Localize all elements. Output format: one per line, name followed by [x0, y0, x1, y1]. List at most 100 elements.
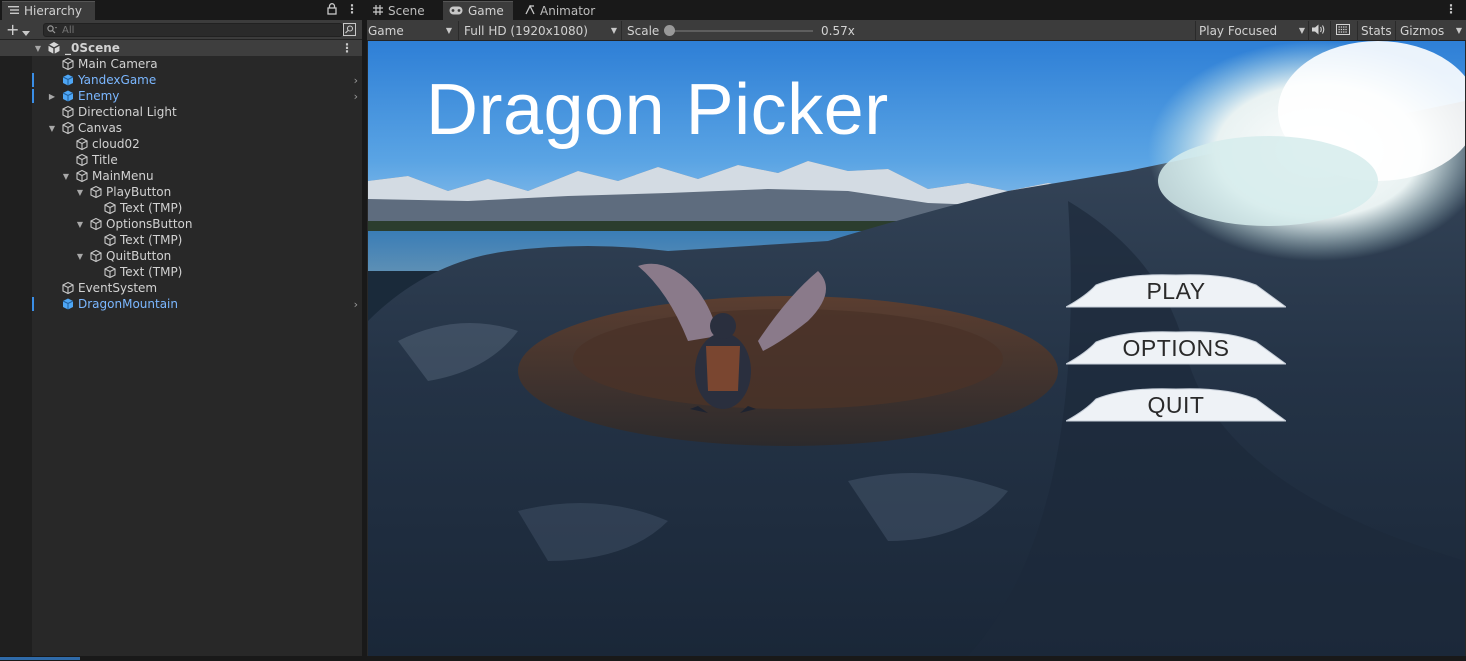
- tree-row-label: YandexGame: [78, 73, 157, 87]
- chevron-right-icon[interactable]: ›: [354, 74, 358, 87]
- grid-icon: [373, 4, 383, 18]
- hierarchy-tree: ▼ _0Scene ⋮ Main Camera YandexGame › ▶ E…: [0, 40, 362, 312]
- gameobject-cube-icon: [75, 153, 89, 167]
- toolbar-divider: [1195, 21, 1196, 40]
- display-dropdown-label: Game: [368, 23, 404, 38]
- tab-animator[interactable]: Animator: [519, 1, 609, 20]
- scene-search-icon[interactable]: [343, 23, 356, 39]
- tree-row-yandexgame[interactable]: YandexGame ›: [0, 72, 362, 88]
- chevron-right-icon[interactable]: ›: [354, 90, 358, 103]
- progress-indicator: [0, 657, 80, 660]
- resolution-dropdown[interactable]: Full HD (1920x1080) ▼: [464, 20, 619, 41]
- tree-row-text-tmp[interactable]: Text (TMP): [0, 264, 362, 280]
- expand-arrow-icon[interactable]: ▼: [75, 252, 85, 261]
- lock-icon[interactable]: [327, 3, 337, 18]
- scale-label: Scale: [627, 23, 660, 38]
- tree-row-label: QuitButton: [106, 249, 172, 263]
- display-dropdown[interactable]: Game ▼: [368, 20, 454, 41]
- scene-more-icon[interactable]: ⋮: [341, 41, 353, 55]
- play-mode-dropdown[interactable]: Play Focused ▼: [1199, 20, 1305, 41]
- quit-button-label: QUIT: [1147, 391, 1205, 418]
- tab-hierarchy[interactable]: Hierarchy: [2, 1, 95, 20]
- game-tabbar: Scene Game Animator ⋮: [367, 0, 1466, 20]
- scale-slider-handle[interactable]: [664, 25, 675, 36]
- dropdown-arrow-icon: ▼: [445, 26, 452, 35]
- gamepad-icon: [449, 4, 463, 18]
- prefab-override-marker: [32, 89, 34, 103]
- tree-row-optionsbutton[interactable]: ▼ OptionsButton: [0, 216, 362, 232]
- toolbar-divider: [1357, 21, 1358, 40]
- expand-arrow-icon[interactable]: ▼: [33, 44, 43, 53]
- tab-game[interactable]: Game: [443, 1, 513, 20]
- quit-button[interactable]: QUIT: [1066, 385, 1286, 425]
- play-button-label: PLAY: [1146, 277, 1206, 304]
- tree-row-dragonmountain[interactable]: DragonMountain ›: [0, 296, 362, 312]
- search-input[interactable]: [62, 24, 322, 36]
- add-object-button[interactable]: +: [6, 21, 19, 39]
- tree-row-label: Title: [92, 153, 118, 167]
- hierarchy-panel: Hierarchy ⋮ + ▼ _0Scene ⋮: [0, 0, 362, 661]
- options-button[interactable]: OPTIONS: [1066, 328, 1286, 368]
- toolbar-divider: [621, 21, 622, 40]
- display-stats-toggle[interactable]: [1336, 20, 1352, 41]
- mute-audio-button[interactable]: [1312, 20, 1326, 41]
- gizmos-dropdown[interactable]: Gizmos ▼: [1400, 20, 1462, 41]
- tree-row-text-tmp[interactable]: Text (TMP): [0, 232, 362, 248]
- tree-row-label: OptionsButton: [106, 217, 193, 231]
- gameobject-cube-icon: [61, 105, 75, 119]
- expand-arrow-icon[interactable]: ▼: [75, 220, 85, 229]
- game-toolbar: Game ▼ Full HD (1920x1080) ▼ Scale 0.57x…: [367, 20, 1466, 41]
- gameobject-cube-icon: [89, 249, 103, 263]
- add-dropdown-icon[interactable]: [22, 26, 30, 40]
- dropdown-arrow-icon: ▼: [1298, 26, 1305, 35]
- hierarchy-more-icon[interactable]: ⋮: [346, 2, 358, 16]
- tree-row-directional-light[interactable]: Directional Light: [0, 104, 362, 120]
- gameobject-cube-icon: [103, 233, 117, 247]
- scale-slider-track[interactable]: [667, 30, 813, 32]
- dropdown-arrow-icon: ▼: [610, 26, 617, 35]
- tree-row-canvas[interactable]: ▼ Canvas: [0, 120, 362, 136]
- tab-scene[interactable]: Scene: [367, 1, 437, 20]
- tree-row-main-camera[interactable]: Main Camera: [0, 56, 362, 72]
- tree-row-scene[interactable]: ▼ _0Scene ⋮: [0, 40, 362, 56]
- keyboard-icon: [1336, 23, 1350, 38]
- speaker-icon: [1312, 24, 1325, 38]
- dropdown-arrow-icon: ▼: [1455, 26, 1462, 35]
- expand-arrow-icon[interactable]: ▼: [75, 188, 85, 197]
- gameobject-cube-icon: [61, 281, 75, 295]
- play-button[interactable]: PLAY: [1066, 271, 1286, 311]
- tree-row-text-tmp[interactable]: Text (TMP): [0, 200, 362, 216]
- tab-game-label: Game: [468, 4, 504, 18]
- gameobject-cube-icon: [61, 121, 75, 135]
- prefab-cube-icon: [61, 297, 75, 311]
- tree-row-label: PlayButton: [106, 185, 172, 199]
- collapse-arrow-icon[interactable]: ▶: [47, 92, 57, 101]
- tree-row-enemy[interactable]: ▶ Enemy ›: [0, 88, 362, 104]
- unity-scene-icon: [47, 41, 61, 55]
- game-viewport[interactable]: Dragon Picker PLAY OPTIONS QUIT: [368, 41, 1465, 656]
- stats-button[interactable]: Stats: [1361, 20, 1392, 41]
- expand-arrow-icon[interactable]: ▼: [61, 172, 71, 181]
- chevron-right-icon[interactable]: ›: [354, 298, 358, 311]
- tree-row-eventsystem[interactable]: EventSystem: [0, 280, 362, 296]
- hierarchy-search[interactable]: [43, 23, 343, 37]
- tree-row-title[interactable]: Title: [0, 152, 362, 168]
- gameobject-cube-icon: [103, 265, 117, 279]
- hierarchy-toolbar: +: [0, 20, 362, 40]
- tree-row-label: Enemy: [78, 89, 120, 103]
- expand-arrow-icon[interactable]: ▼: [47, 124, 57, 133]
- toolbar-divider: [458, 21, 459, 40]
- tree-row-quitbutton[interactable]: ▼ QuitButton: [0, 248, 362, 264]
- tree-row-cloud02[interactable]: cloud02: [0, 136, 362, 152]
- prefab-cube-icon: [61, 89, 75, 103]
- toolbar-divider: [1330, 21, 1331, 40]
- game-more-icon[interactable]: ⋮: [1445, 2, 1457, 16]
- game-view-panel: Scene Game Animator ⋮ Game ▼ Full HD (19…: [367, 0, 1466, 661]
- gameobject-cube-icon: [89, 185, 103, 199]
- tree-row-playbutton[interactable]: ▼ PlayButton: [0, 184, 362, 200]
- tree-row-mainmenu[interactable]: ▼ MainMenu: [0, 168, 362, 184]
- gameobject-cube-icon: [75, 137, 89, 151]
- tree-row-label: _0Scene: [65, 41, 120, 55]
- tab-animator-label: Animator: [540, 3, 596, 18]
- gizmos-label: Gizmos: [1400, 23, 1445, 38]
